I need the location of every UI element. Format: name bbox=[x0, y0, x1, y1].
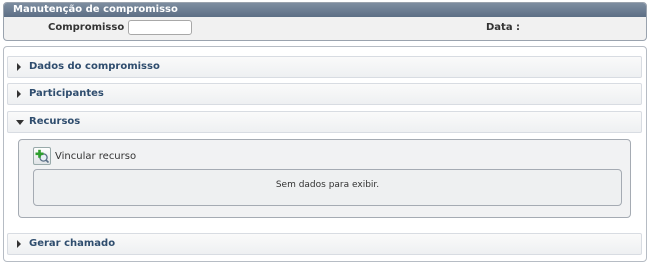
section-participantes[interactable]: Participantes bbox=[7, 83, 642, 105]
section-title: Recursos bbox=[29, 116, 81, 127]
section-title: Dados do compromisso bbox=[29, 61, 160, 72]
section-title: Gerar chamado bbox=[29, 238, 116, 249]
collapse-arrow-icon bbox=[16, 120, 24, 125]
recursos-grid: Sem dados para exibir. bbox=[33, 169, 622, 206]
main-panel: Dados do compromisso Participantes Recur… bbox=[3, 46, 647, 262]
section-recursos[interactable]: Recursos bbox=[7, 111, 642, 133]
vincular-recurso-button[interactable]: Vincular recurso bbox=[33, 147, 136, 165]
compromisso-input[interactable] bbox=[128, 20, 192, 35]
expand-arrow-icon bbox=[17, 63, 21, 71]
compromisso-label: Compromisso : bbox=[48, 22, 132, 33]
page-title: Manutenção de compromisso bbox=[4, 3, 646, 17]
header-panel: Manutenção de compromisso Compromisso : … bbox=[3, 2, 647, 41]
section-gerar-chamado[interactable]: Gerar chamado bbox=[7, 233, 642, 255]
section-title: Participantes bbox=[29, 88, 104, 99]
data-label: Data : bbox=[486, 22, 521, 33]
expand-arrow-icon bbox=[17, 90, 21, 98]
empty-message: Sem dados para exibir. bbox=[275, 180, 380, 190]
header-fields: Compromisso : Data : bbox=[4, 17, 646, 39]
expand-arrow-icon bbox=[17, 240, 21, 248]
add-search-icon bbox=[33, 147, 51, 165]
vincular-recurso-label: Vincular recurso bbox=[55, 150, 137, 162]
section-dados-do-compromisso[interactable]: Dados do compromisso bbox=[7, 56, 642, 78]
recursos-panel: Vincular recurso Sem dados para exibir. bbox=[18, 139, 631, 218]
